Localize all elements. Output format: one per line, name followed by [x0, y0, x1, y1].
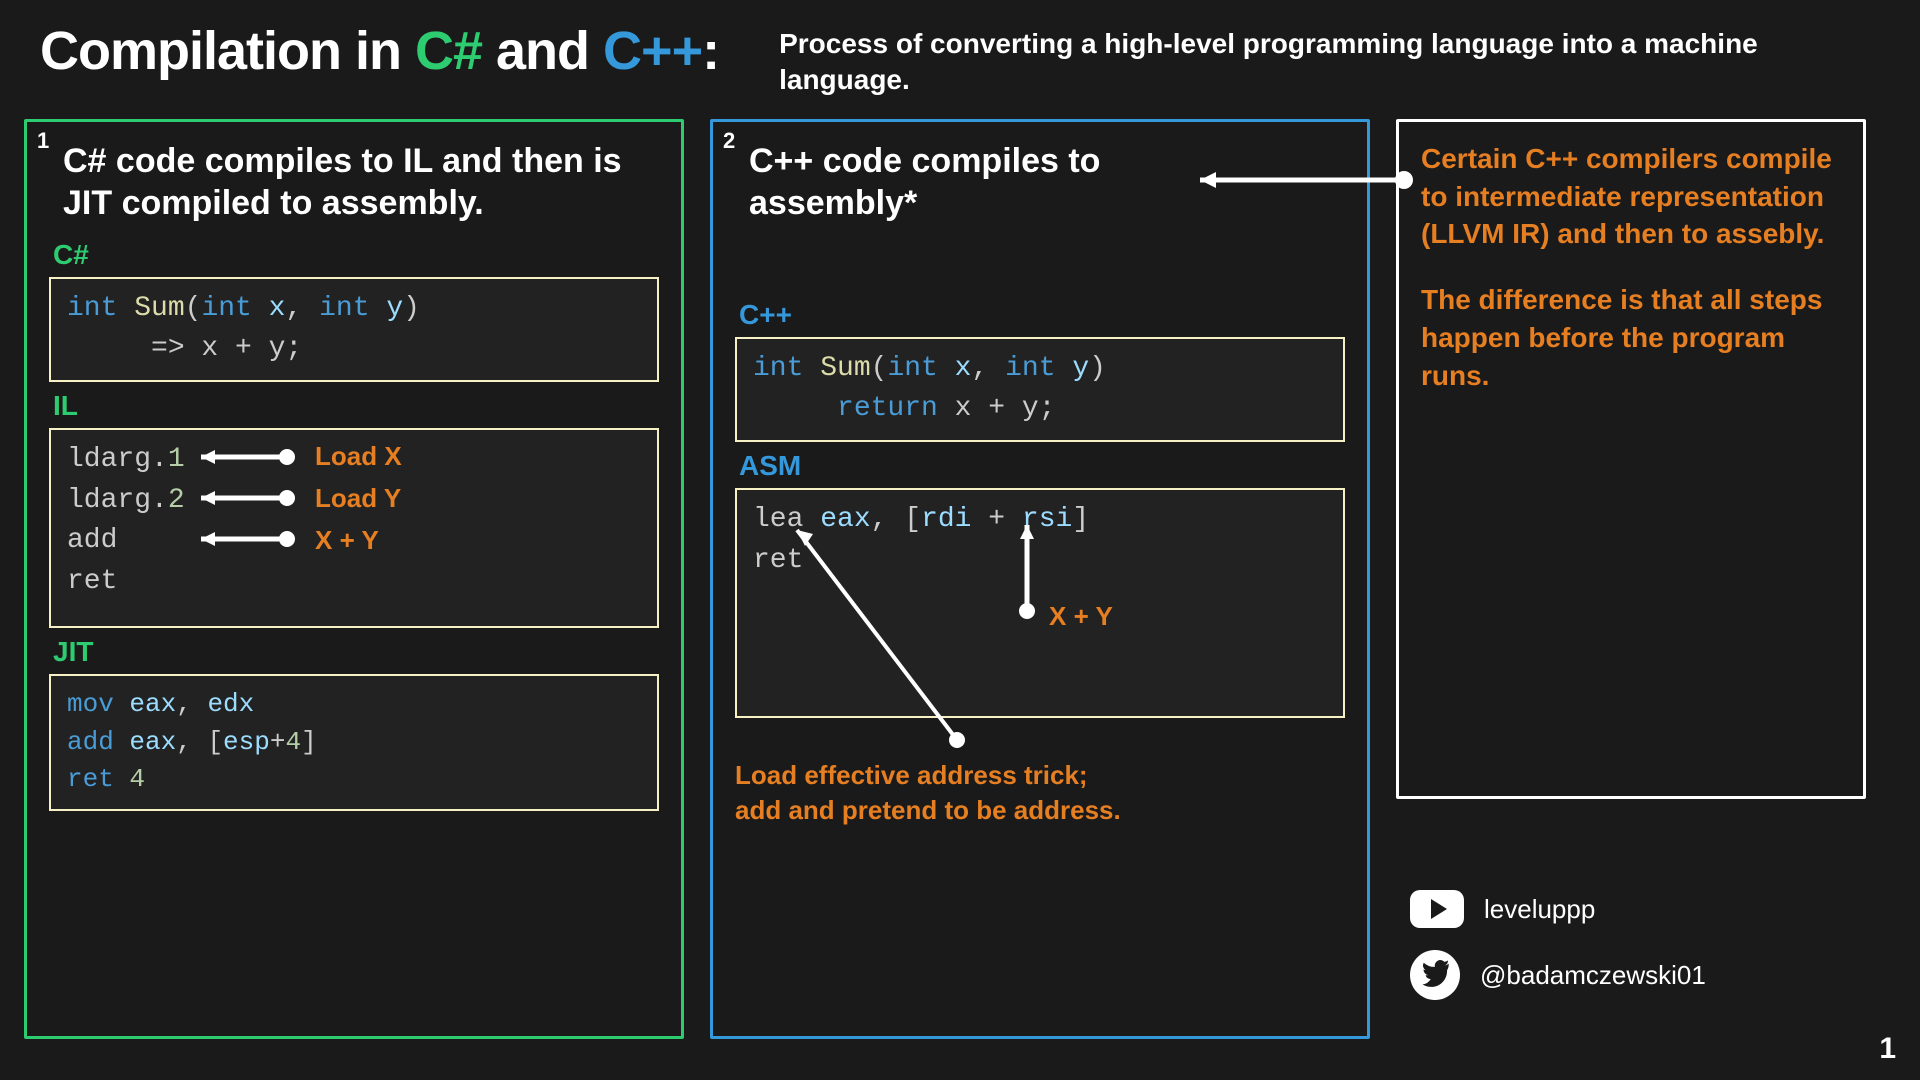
panel-csharp: 1 C# code compiles to IL and then is JIT… [24, 119, 684, 1039]
note-p1: Certain C++ compilers compile to interme… [1421, 140, 1841, 253]
tok: ) [1089, 353, 1106, 384]
social-youtube[interactable]: leveluppp [1410, 890, 1706, 928]
tok: 1 [168, 444, 185, 475]
tok: , [971, 353, 1005, 384]
tok: x [938, 353, 972, 384]
tok: + [971, 504, 1021, 535]
tok: eax [129, 689, 176, 719]
subtitle: Process of converting a high-level progr… [779, 20, 1880, 99]
tok: Sum [117, 293, 184, 324]
code-jit: mov eax, edx add eax, [esp+4] ret 4 [49, 674, 659, 811]
socials: leveluppp @badamczewski01 [1410, 890, 1706, 1022]
tok: ( [871, 353, 888, 384]
tok: int [319, 293, 369, 324]
tok: y [370, 293, 404, 324]
tok: int [887, 353, 937, 384]
note-p1a: Certain C++ compilers compile to interme… [1421, 143, 1832, 212]
panel-note: Certain C++ compilers compile to interme… [1396, 119, 1866, 799]
tok: mov [67, 689, 129, 719]
tok: int [201, 293, 251, 324]
label-cpp: C++ [739, 299, 1345, 331]
tok: 4 [129, 764, 145, 794]
tok: x + y; [938, 393, 1056, 424]
arrow-icon [797, 530, 1017, 760]
tok: ret [67, 764, 129, 794]
tok: eax [820, 504, 870, 535]
tok: lea [753, 504, 820, 535]
code-cpp: int Sum(int x, int y) return x + y; [735, 337, 1345, 442]
page-number: 1 [1879, 1032, 1896, 1066]
tok: Sum [803, 353, 870, 384]
tok: => x + y; [67, 333, 302, 364]
note-p1b: (LLVM IR) and then to assebly. [1421, 218, 1824, 249]
code-il: ldarg.1 ldarg.2 add ret Load X Load Y X … [49, 428, 659, 628]
tok: esp [223, 727, 270, 757]
panel-cpp: 2 C++ code compiles to assembly* C++ int… [710, 119, 1370, 1039]
title-colon: : [702, 21, 719, 81]
tok: edx [207, 689, 254, 719]
social-twitter[interactable]: @badamczewski01 [1410, 950, 1706, 1000]
tok: ret [753, 545, 803, 576]
code-asm: lea eax, [rdi + rsi] ret X + Y [735, 488, 1345, 718]
tok: add [67, 525, 117, 556]
page-title: Compilation in C# and C++: [40, 20, 719, 82]
tok: return [837, 393, 938, 424]
label-il: IL [53, 390, 659, 422]
tok: + [270, 727, 286, 757]
annot-load-y: Load Y [315, 480, 401, 518]
label-asm: ASM [739, 450, 1345, 482]
panel-cpp-heading-text: C++ code compiles to assembly* [749, 142, 1100, 223]
tok: ] [1072, 504, 1089, 535]
header: Compilation in C# and C++: Process of co… [0, 0, 1920, 109]
panel-cpp-heading: C++ code compiles to assembly* [735, 140, 1345, 225]
tok: ldarg. [67, 485, 168, 516]
arrow-icon [201, 452, 301, 462]
title-prefix: Compilation in [40, 21, 415, 81]
tok: ] [301, 727, 317, 757]
panel-csharp-heading: C# code compiles to IL and then is JIT c… [49, 140, 659, 225]
annot-xpy: X + Y [315, 522, 379, 560]
note-p2: The difference is that all steps happen … [1421, 281, 1841, 394]
tok: 2 [168, 485, 185, 516]
tok: rsi [1022, 504, 1072, 535]
tok: x [252, 293, 286, 324]
tok: ( [185, 293, 202, 324]
tok: ) [403, 293, 420, 324]
arrow-icon [201, 534, 301, 544]
tok: ldarg. [67, 444, 168, 475]
tok: int [67, 293, 117, 324]
tok: int [1005, 353, 1055, 384]
arrow-icon [201, 493, 301, 503]
title-and: and [482, 21, 603, 81]
tok [753, 393, 837, 424]
annot-xpy-cpp: X + Y [1049, 598, 1113, 636]
tok: , [ [871, 504, 921, 535]
panel-number-1: 1 [37, 128, 49, 154]
label-csharp: C# [53, 239, 659, 271]
tok: y [1056, 353, 1090, 384]
twitter-icon [1410, 950, 1460, 1000]
callout-lea: Load effective address trick; add and pr… [735, 758, 1345, 828]
annot-load-x: Load X [315, 438, 402, 476]
title-csharp: C# [415, 21, 482, 81]
tok: , [285, 293, 319, 324]
twitter-handle: @badamczewski01 [1480, 960, 1706, 991]
youtube-handle: leveluppp [1484, 894, 1595, 925]
tok: , [176, 689, 207, 719]
arrow-icon [1017, 525, 1037, 625]
tok: rdi [921, 504, 971, 535]
tok: ret [67, 566, 117, 597]
tok: add [67, 727, 129, 757]
title-cpp: C++ [603, 21, 702, 81]
tok: int [753, 353, 803, 384]
tok: 4 [285, 727, 301, 757]
tok: eax [129, 727, 176, 757]
tok: , [ [176, 727, 223, 757]
youtube-icon [1410, 890, 1464, 928]
code-csharp: int Sum(int x, int y) => x + y; [49, 277, 659, 382]
panel-number-2: 2 [723, 128, 735, 154]
